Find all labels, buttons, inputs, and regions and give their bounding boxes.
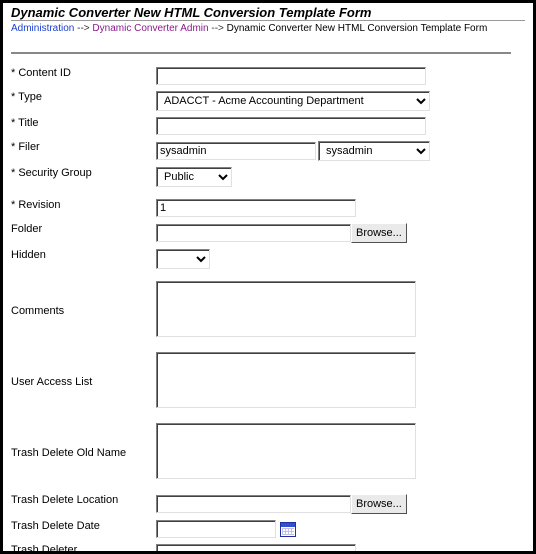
breadcrumb-dynamic-converter-admin[interactable]: Dynamic Converter Admin: [92, 23, 208, 34]
title-divider: [11, 20, 525, 21]
filer-input[interactable]: [156, 142, 316, 160]
filer-select[interactable]: sysadmin: [318, 141, 430, 161]
folder-browse-button[interactable]: Browse...: [351, 223, 407, 243]
trash-delete-date-input[interactable]: [156, 520, 276, 538]
label-trash-deleter: Trash Deleter: [11, 541, 156, 554]
trash-delete-location-input[interactable]: [156, 495, 351, 513]
calendar-icon[interactable]: [280, 522, 296, 537]
type-select[interactable]: ADACCT - Acme Accounting Department: [156, 91, 430, 111]
section-divider: [11, 52, 511, 54]
page-title: Dynamic Converter New HTML Conversion Te…: [11, 5, 525, 20]
trash-deleter-input[interactable]: [156, 544, 356, 554]
breadcrumb-current: Dynamic Converter New HTML Conversion Te…: [227, 23, 488, 34]
breadcrumb: Administration --> Dynamic Converter Adm…: [11, 23, 525, 34]
trash-delete-old-name-textarea[interactable]: [156, 423, 416, 479]
label-trash-delete-old-name: Trash Delete Old Name: [11, 420, 156, 485]
label-title: * Title: [11, 114, 156, 138]
label-filer: * Filer: [11, 138, 156, 164]
label-revision: * Revision: [11, 196, 156, 220]
user-access-list-textarea[interactable]: [156, 352, 416, 408]
label-comments: Comments: [11, 278, 156, 343]
label-security-group: * Security Group: [11, 164, 156, 190]
folder-input[interactable]: [156, 224, 351, 242]
breadcrumb-administration[interactable]: Administration: [11, 23, 74, 34]
label-hidden: Hidden: [11, 246, 156, 272]
title-input[interactable]: [156, 117, 426, 135]
label-user-access-list: User Access List: [11, 349, 156, 414]
label-trash-delete-date: Trash Delete Date: [11, 517, 156, 541]
content-id-input[interactable]: [156, 67, 426, 85]
hidden-select[interactable]: [156, 249, 210, 269]
breadcrumb-sep: -->: [77, 23, 92, 34]
trash-delete-location-browse-button[interactable]: Browse...: [351, 494, 407, 514]
security-group-select[interactable]: Public: [156, 167, 232, 187]
label-folder: Folder: [11, 220, 156, 246]
comments-textarea[interactable]: [156, 281, 416, 337]
revision-input[interactable]: [156, 199, 356, 217]
label-trash-delete-location: Trash Delete Location: [11, 491, 156, 517]
label-type: * Type: [11, 88, 156, 114]
label-content-id: * Content ID: [11, 64, 156, 88]
breadcrumb-sep: -->: [211, 23, 226, 34]
